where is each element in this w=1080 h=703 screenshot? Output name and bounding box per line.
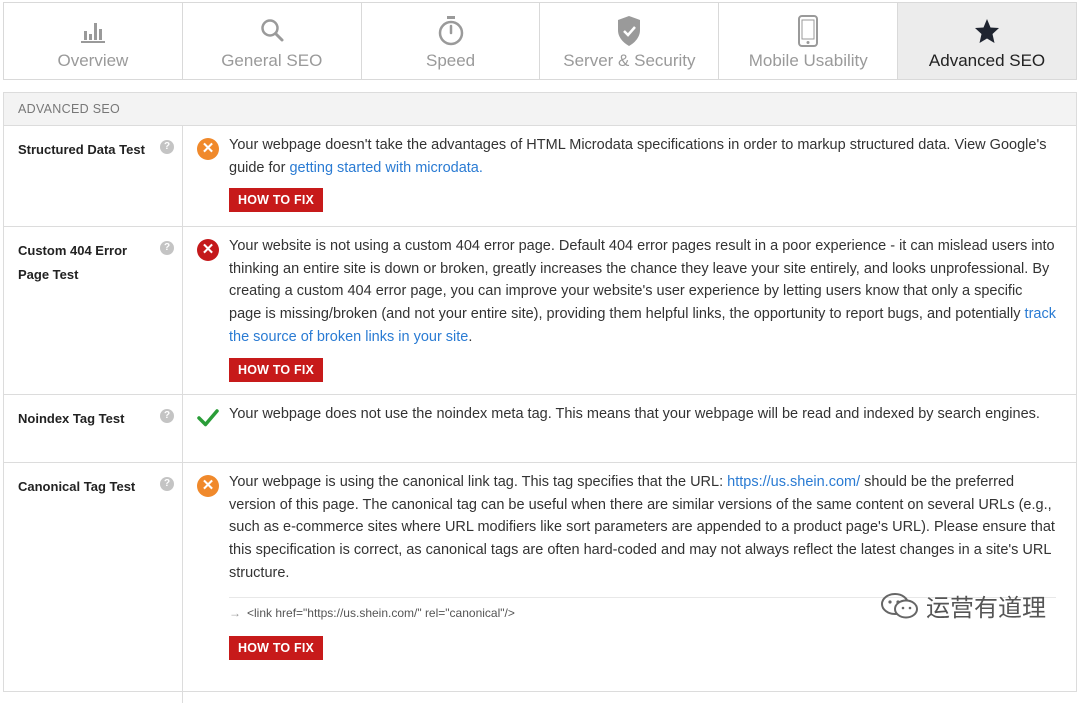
mobile-phone-icon (797, 13, 819, 49)
error-icon: ✕ (197, 239, 219, 261)
stopwatch-icon (437, 13, 465, 49)
row-message: Your webpage is using the canonical link… (229, 474, 1055, 581)
tab-label: Speed (425, 51, 476, 70)
tab-bar: Overview General SEO Speed Server & Secu… (3, 2, 1077, 80)
wechat-icon (880, 591, 920, 621)
structured-data-test-row: Structured Data Test ? ✕ Your webpage do… (4, 126, 1076, 227)
bar-chart-icon (78, 13, 108, 49)
row-message: Your webpage doesn't take the advantages… (229, 137, 1047, 176)
microdata-guide-link[interactable]: getting started with microdata. (289, 160, 482, 176)
row-label: Structured Data Test (18, 142, 145, 157)
warning-icon: ✕ (197, 138, 219, 160)
row-message: Your webpage does not use the noindex me… (229, 406, 1040, 422)
custom-404-test-row: Custom 404 Error Page Test ? ✕ Your webs… (4, 227, 1076, 395)
how-to-fix-button[interactable]: HOW TO FIX (229, 188, 324, 213)
tab-speed[interactable]: Speed (362, 3, 541, 79)
tab-server-security[interactable]: Server & Security (540, 3, 720, 79)
tab-general-seo[interactable]: General SEO (183, 3, 362, 79)
star-icon (974, 13, 1000, 49)
tab-label: Overview (57, 51, 129, 70)
tab-label: Advanced SEO (928, 51, 1046, 70)
shield-check-icon (616, 13, 642, 49)
tab-label: Mobile Usability (748, 51, 868, 70)
row-label: Custom 404 Error Page Test (18, 243, 128, 282)
canonical-url-link[interactable]: https://us.shein.com/ (727, 474, 860, 490)
canonical-tag-test-row: Canonical Tag Test ? ✕ Your webpage is u… (4, 463, 1076, 703)
warning-icon: ✕ (197, 475, 219, 497)
arrow-right-icon: → (229, 605, 241, 620)
help-icon[interactable]: ? (160, 477, 174, 491)
how-to-fix-button[interactable]: HOW TO FIX (229, 635, 324, 660)
row-label: Canonical Tag Test (18, 479, 136, 494)
tab-label: Server & Security (563, 51, 696, 70)
help-icon[interactable]: ? (160, 140, 174, 154)
watermark: 运营有道理 (880, 588, 1046, 623)
tab-label: General SEO (221, 51, 323, 70)
row-message: Your website is not using a custom 404 e… (229, 238, 1056, 345)
watermark-text: 运营有道理 (926, 595, 1046, 622)
tab-advanced-seo[interactable]: Advanced SEO (898, 3, 1076, 79)
help-icon[interactable]: ? (160, 241, 174, 255)
noindex-tag-test-row: Noindex Tag Test ? Your webpage does not… (4, 395, 1076, 463)
check-icon (197, 407, 219, 429)
tab-overview[interactable]: Overview (4, 3, 183, 79)
help-icon[interactable]: ? (160, 409, 174, 423)
section-title: ADVANCED SEO (4, 93, 1076, 126)
row-label: Noindex Tag Test (18, 411, 125, 426)
search-icon (258, 13, 286, 49)
tab-mobile-usability[interactable]: Mobile Usability (719, 3, 899, 79)
how-to-fix-button[interactable]: HOW TO FIX (229, 357, 324, 382)
